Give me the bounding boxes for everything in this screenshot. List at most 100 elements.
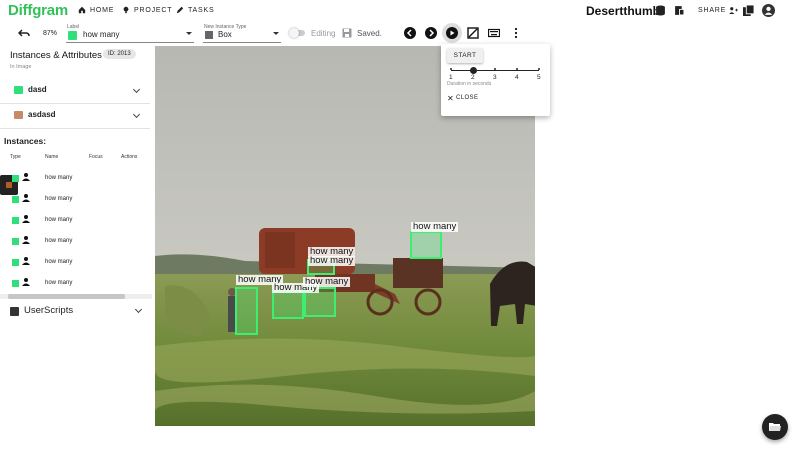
nav-project-label: PROJECT <box>134 6 173 14</box>
instance-color-swatch <box>12 175 19 182</box>
duration-slider-track[interactable] <box>451 70 539 71</box>
chevron-down-icon[interactable] <box>186 32 192 35</box>
label-flag-icon <box>68 31 77 40</box>
home-icon <box>78 6 86 14</box>
editing-label: Editing <box>311 29 336 38</box>
slider-tick-label: 5 <box>537 74 541 81</box>
file-id-chip: ID: 2013 <box>103 49 136 59</box>
lightbulb-icon <box>123 6 129 14</box>
chevron-down-icon[interactable] <box>134 305 143 314</box>
instance-color-swatch <box>12 280 19 287</box>
table-horizontal-scrollbar[interactable] <box>8 294 125 299</box>
keyboard-icon[interactable] <box>488 27 500 39</box>
userscripts-icon <box>10 307 19 316</box>
person-icon <box>22 257 30 265</box>
annotation-toolbar: 87% Label how many New Instance Type Box… <box>0 22 800 44</box>
userscripts-label: UserScripts <box>24 305 74 316</box>
slider-tick-label: 3 <box>493 74 497 81</box>
document-icon[interactable] <box>674 5 685 16</box>
instances-title: Instances: <box>4 136 47 146</box>
box-label: how many <box>411 221 459 232</box>
column-header-focus: Focus <box>89 154 103 160</box>
open-folder-button[interactable] <box>762 414 788 440</box>
play-icon[interactable] <box>446 27 458 39</box>
instance-color-swatch <box>12 217 19 224</box>
attribute-label: dasd <box>28 85 47 94</box>
instance-color-swatch <box>12 238 19 245</box>
attribute-icon <box>14 111 23 119</box>
instance-row[interactable]: how many <box>0 231 150 252</box>
bounding-box[interactable] <box>272 290 304 319</box>
instance-color-swatch <box>12 196 19 203</box>
instance-row[interactable]: how many <box>0 168 150 189</box>
column-header-type: Type <box>10 154 21 160</box>
instance-row[interactable]: how many <box>0 189 150 210</box>
attribute-label: asdasd <box>28 110 56 119</box>
attribute-group-dasd[interactable]: dasd <box>0 83 150 99</box>
instance-name: how many <box>45 196 73 202</box>
pencil-icon <box>176 6 184 14</box>
slider-tick-label: 2 <box>471 74 475 81</box>
label-select-caption: Label <box>67 24 80 30</box>
duration-caption: Duration in seconds <box>447 81 492 87</box>
playback-popover: START 1 2 3 4 5 Duration in seconds ✕ CL… <box>441 44 550 116</box>
instances-panel: Instances & Attributes ID: 2013 In Image… <box>0 44 154 450</box>
database-icon[interactable] <box>655 5 666 16</box>
instance-color-swatch <box>12 259 19 266</box>
instance-type-select[interactable]: Box <box>218 30 232 39</box>
bounding-box[interactable] <box>410 231 442 259</box>
save-icon[interactable] <box>342 28 352 38</box>
chevron-down-icon[interactable] <box>132 110 141 119</box>
save-status: Saved. <box>357 29 382 38</box>
label-select[interactable]: how many <box>83 30 119 39</box>
duration-slider-thumb[interactable] <box>470 67 477 74</box>
person-icon <box>22 173 30 181</box>
previous-file-button[interactable] <box>404 27 416 39</box>
editing-toggle[interactable] <box>289 28 305 38</box>
next-file-button[interactable] <box>425 27 437 39</box>
instance-name: how many <box>45 217 73 223</box>
nav-home-label: HOME <box>90 6 115 14</box>
instance-name: how many <box>45 280 73 286</box>
close-button[interactable]: CLOSE <box>456 95 478 101</box>
person-icon <box>22 278 30 286</box>
start-button[interactable]: START <box>447 48 483 63</box>
instance-row[interactable]: how many <box>0 273 150 294</box>
chevron-down-icon[interactable] <box>273 32 279 35</box>
folder-open-icon <box>769 423 781 431</box>
nav-tasks-label: TASKS <box>188 6 215 14</box>
attribute-group-asdasd[interactable]: asdasd <box>0 108 150 124</box>
person-icon <box>22 236 30 244</box>
zoom-level: 87% <box>43 30 58 37</box>
instance-name: how many <box>45 238 73 244</box>
nav-tasks-link[interactable]: TASKS <box>176 6 214 14</box>
close-icon[interactable]: ✕ <box>447 95 454 103</box>
column-header-actions: Actions <box>121 154 138 160</box>
top-nav: Diffgram HOME PROJECT TASKS Desertthumb … <box>0 0 800 22</box>
bounding-box[interactable] <box>235 287 258 335</box>
chevron-down-icon[interactable] <box>132 85 141 94</box>
library-books-icon[interactable] <box>743 5 754 16</box>
share-label: SHARE <box>698 7 727 14</box>
account-avatar-icon[interactable] <box>762 4 775 17</box>
logo[interactable]: Diffgram <box>8 2 68 19</box>
attribute-icon <box>14 86 23 94</box>
instance-name: how many <box>45 259 73 265</box>
nav-home-link[interactable]: HOME <box>78 6 114 14</box>
userscripts-group[interactable]: UserScripts <box>0 302 150 320</box>
panel-title: Instances & Attributes <box>10 50 102 61</box>
panel-subtitle: In Image <box>10 64 32 70</box>
image-edit-icon[interactable] <box>467 27 479 39</box>
instance-name: how many <box>45 175 73 181</box>
column-header-name: Name <box>45 154 59 160</box>
more-vertical-icon[interactable] <box>510 27 522 39</box>
box-label: how many <box>308 255 356 266</box>
person-icon <box>22 215 30 223</box>
nav-project-link[interactable]: PROJECT <box>122 6 172 14</box>
instance-row[interactable]: how many <box>0 252 150 273</box>
share-button[interactable]: SHARE <box>698 7 738 14</box>
box-type-icon <box>205 31 213 39</box>
undo-icon[interactable] <box>18 27 30 39</box>
instance-row[interactable]: how many <box>0 210 150 231</box>
person-icon <box>22 194 30 202</box>
